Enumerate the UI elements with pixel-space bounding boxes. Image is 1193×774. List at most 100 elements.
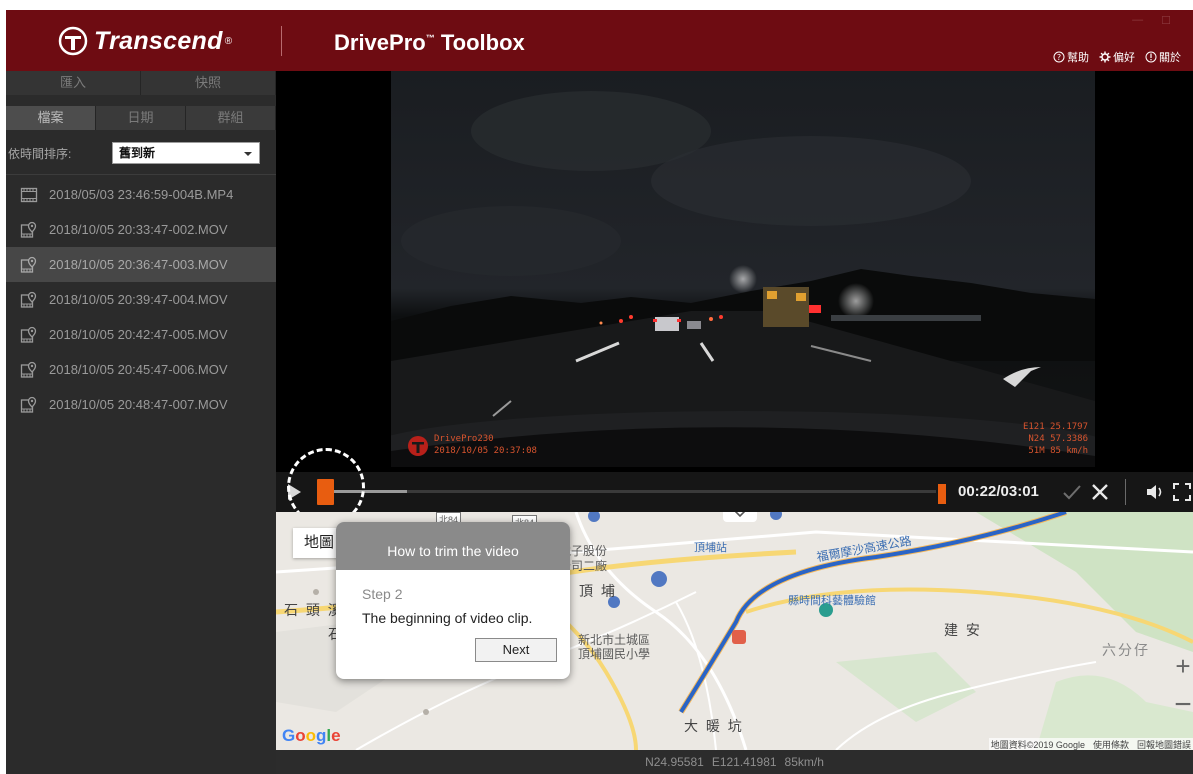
transcend-logo-icon: [58, 26, 88, 56]
file-item-selected[interactable]: 2018/10/05 20:36:47-003.MOV: [6, 247, 276, 282]
timeline-track[interactable]: [334, 490, 936, 493]
file-list: 2018/05/03 23:46:59-004B.MP4 2018/10/05 …: [6, 177, 276, 422]
maximize-button[interactable]: ☐: [1161, 14, 1171, 27]
tab-date[interactable]: 日期: [96, 106, 186, 130]
gear-icon: [1099, 51, 1111, 63]
map-label-dingpu: 頂 埔: [579, 583, 617, 599]
info-circle-icon: [1145, 51, 1157, 63]
video-osd-right: E121 25.1797 N24 57.3386 51M 85 km/h: [1002, 421, 1088, 457]
volume-icon[interactable]: [1145, 483, 1165, 501]
map-attribution: 地圖資料©2019 Google 使用條款 回報地圖錯誤: [988, 738, 1193, 750]
video-osd-left: DrivePro230 2018/10/05 20:37:08: [434, 433, 537, 457]
file-name: 2018/10/05 20:45:47-006.MOV: [49, 362, 228, 377]
google-logo: Google: [282, 726, 341, 745]
osd-device-name: DrivePro230: [434, 434, 494, 444]
about-link-label: 關於: [1159, 52, 1181, 64]
chevron-down-icon: [244, 152, 252, 156]
file-item[interactable]: 2018/05/03 23:46:59-004B.MP4: [6, 177, 276, 212]
tab-files[interactable]: 檔案: [6, 106, 96, 130]
map-label-shitouxi: 石 頭 溪: [284, 602, 344, 618]
brand-registered-mark: ®: [224, 35, 233, 47]
help-link[interactable]: ? 幫助: [1053, 49, 1089, 65]
chevron-down-icon: [734, 512, 746, 518]
sidebar-divider: [6, 174, 276, 175]
file-item[interactable]: 2018/10/05 20:45:47-006.MOV: [6, 352, 276, 387]
file-name: 2018/10/05 20:42:47-005.MOV: [49, 327, 228, 342]
drivepro-logo-icon: [408, 436, 428, 456]
file-item[interactable]: 2018/10/05 20:48:47-007.MOV: [6, 387, 276, 422]
terms-link[interactable]: 使用條款: [1093, 738, 1129, 750]
film-gps-icon: [20, 256, 37, 273]
film-gps-icon: [20, 361, 37, 378]
app-title: DrivePro™ Toolbox: [334, 30, 525, 56]
help-circle-icon: ?: [1053, 51, 1065, 63]
sort-row: 依時間排序: 舊到新: [6, 138, 276, 168]
tutorial-text: The beginning of video clip.: [362, 610, 533, 626]
dashcam-night-scene: [391, 71, 1095, 467]
zoom-in-button[interactable]: +: [1170, 652, 1193, 682]
trim-end-handle[interactable]: [938, 484, 946, 504]
file-item[interactable]: 2018/10/05 20:33:47-002.MOV: [6, 212, 276, 247]
status-latitude: N24.95581: [645, 755, 704, 769]
app-title-suffix: Toolbox: [434, 30, 525, 55]
tab-snapshot[interactable]: 快照: [141, 71, 276, 95]
app-window: Transcend ® DrivePro™ Toolbox — ☐ ? 幫助 偏…: [6, 10, 1193, 774]
tutorial-step: Step 2: [362, 586, 403, 602]
map-label-school2: 頂埔國民小學: [578, 647, 651, 661]
file-item[interactable]: 2018/10/05 20:42:47-005.MOV: [6, 317, 276, 352]
report-error-link[interactable]: 回報地圖錯誤: [1137, 738, 1191, 750]
about-link[interactable]: 關於: [1145, 49, 1181, 65]
map-label-jianan: 建 安: [944, 622, 982, 638]
osd-timestamp: 2018/10/05 20:37:08: [434, 446, 537, 456]
tutorial-title: How to trim the video: [336, 522, 570, 570]
status-longitude: E121.41981: [711, 755, 777, 769]
file-name: 2018/10/05 20:39:47-004.MOV: [49, 292, 228, 307]
file-name: 2018/10/05 20:33:47-002.MOV: [49, 222, 228, 237]
tutorial-popup: How to trim the video Step 2 The beginni…: [336, 522, 570, 679]
zoom-out-button[interactable]: −: [1170, 690, 1193, 722]
sort-order-select[interactable]: 舊到新: [112, 142, 260, 164]
window-controls: — ☐: [1132, 14, 1171, 27]
film-icon: [20, 187, 38, 202]
sort-order-value: 舊到新: [119, 146, 156, 160]
map-label-danuankeng: 大 暖 坑: [684, 718, 744, 734]
brand-name: Transcend: [94, 26, 223, 55]
preferences-link-label: 偏好: [1113, 52, 1135, 64]
tutorial-next-button[interactable]: Next: [475, 638, 557, 662]
file-name: 2018/10/05 20:48:47-007.MOV: [49, 397, 228, 412]
map-label-museum: 縣時間科藝體驗館: [788, 595, 876, 607]
fullscreen-icon[interactable]: [1172, 482, 1192, 502]
sort-label: 依時間排序:: [8, 146, 72, 161]
view-tabs: 檔案 日期 群組: [6, 106, 276, 130]
film-gps-icon: [20, 221, 37, 238]
app-title-main: DrivePro: [334, 30, 426, 55]
osd-latitude: N24 57.3386: [1028, 434, 1088, 444]
preferences-link[interactable]: 偏好: [1099, 49, 1135, 65]
close-icon[interactable]: [1090, 482, 1110, 502]
collapse-map-button[interactable]: [723, 512, 757, 522]
header-links: ? 幫助 偏好 關於: [1053, 49, 1181, 65]
app-title-tm: ™: [425, 33, 435, 43]
file-name: 2018/10/05 20:36:47-003.MOV: [49, 257, 228, 272]
source-tabs: 匯入 快照: [6, 71, 276, 95]
file-name: 2018/05/03 23:46:59-004B.MP4: [49, 187, 234, 202]
film-gps-icon: [20, 291, 37, 308]
tab-import[interactable]: 匯入: [6, 71, 141, 95]
gps-status-bar: N24.95581 E121.41981 85km/h: [276, 750, 1193, 774]
video-frame: [391, 71, 1095, 467]
help-link-label: 幫助: [1067, 52, 1089, 64]
file-item[interactable]: 2018/10/05 20:39:47-004.MOV: [6, 282, 276, 317]
video-player[interactable]: DrivePro230 2018/10/05 20:37:08 E121 25.…: [276, 71, 1193, 472]
status-speed: 85km/h: [784, 755, 824, 769]
minimize-button[interactable]: —: [1132, 14, 1143, 27]
time-display: 00:22/03:01: [958, 483, 1039, 500]
film-gps-icon: [20, 326, 37, 343]
film-gps-icon: [20, 396, 37, 413]
tab-group[interactable]: 群組: [186, 106, 276, 130]
brand-logo: Transcend ®: [58, 24, 232, 58]
map-data-credit: 地圖資料©2019 Google: [990, 740, 1085, 750]
check-icon[interactable]: [1062, 482, 1082, 502]
osd-speed: 51M 85 km/h: [1028, 446, 1088, 456]
header-divider: [281, 26, 282, 56]
map-label-station: 頂埔站: [694, 542, 727, 554]
